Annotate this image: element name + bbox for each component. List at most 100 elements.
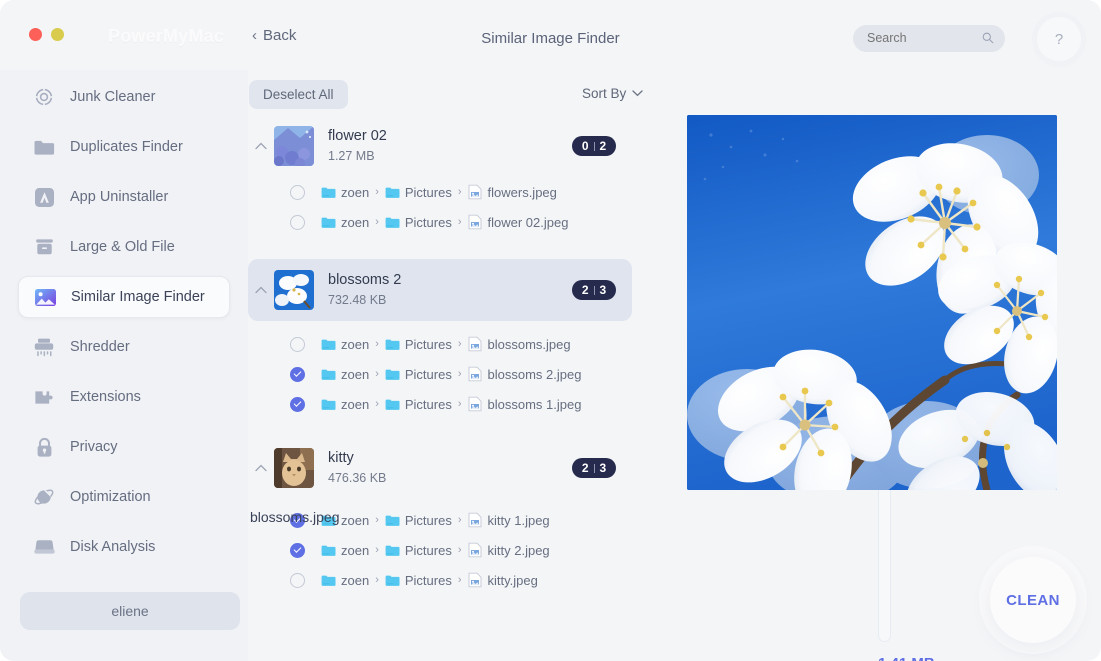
path-segment: Pictures xyxy=(404,572,452,588)
group-count-badge: 2 3 xyxy=(572,280,616,300)
path-separator: › xyxy=(375,186,379,198)
file-row[interactable]: zoen › Pictures › blossoms.jpeg xyxy=(248,329,638,359)
group-thumbnail xyxy=(274,270,314,310)
help-button[interactable]: ? xyxy=(1037,17,1081,61)
sort-by-dropdown[interactable]: Sort By xyxy=(582,86,643,101)
file-checkbox[interactable] xyxy=(290,184,305,200)
group-total-count: 3 xyxy=(599,283,607,297)
sidebar-item-shredder[interactable]: Shredder xyxy=(18,326,230,368)
file-row[interactable]: zoen › Pictures › kitty 2.jpeg xyxy=(248,535,638,565)
path-segment: Pictures xyxy=(404,396,452,412)
sidebar-item-app-uninstaller[interactable]: App Uninstaller xyxy=(18,176,230,218)
group-meta: kitty 476.36 KB xyxy=(328,449,572,487)
sidebar-item-duplicates-finder[interactable]: Duplicates Finder xyxy=(18,126,230,168)
group-header[interactable]: kitty 476.36 KB 2 3 xyxy=(248,437,632,499)
file-row[interactable]: zoen › Pictures › blossoms 1.jpeg xyxy=(248,389,638,419)
sort-by-label: Sort By xyxy=(582,86,627,101)
image-file-icon xyxy=(468,214,482,230)
file-row[interactable]: zoen › Pictures › kitty.jpeg xyxy=(248,565,638,595)
path-separator: › xyxy=(457,514,462,526)
path-segment: Pictures xyxy=(404,336,452,352)
folder-icon xyxy=(321,186,336,199)
search-icon xyxy=(982,32,994,44)
file-path: zoen › Pictures › kitty 1.jpeg xyxy=(321,512,550,528)
main-content: Deselect All Sort By flower 02 1.27 MB 0… xyxy=(248,70,1101,661)
folder-icon xyxy=(385,544,400,557)
group-flower-02: flower 02 1.27 MB 0 2 zoen › Pictures › … xyxy=(248,115,638,237)
chevron-down-icon xyxy=(632,90,643,97)
sidebar-item-label: Extensions xyxy=(70,389,141,405)
group-selected-count: 2 xyxy=(581,461,589,475)
file-checkbox[interactable] xyxy=(290,542,305,558)
total-size-label: 1.41 MB xyxy=(878,655,935,661)
sidebar-item-label: Duplicates Finder xyxy=(70,139,183,155)
file-row[interactable]: zoen › Pictures › blossoms 2.jpeg xyxy=(248,359,638,389)
file-checkbox[interactable] xyxy=(290,366,305,382)
group-title: kitty xyxy=(328,450,354,466)
sidebar-item-junk-cleaner[interactable]: Junk Cleaner xyxy=(18,76,230,118)
deselect-all-button[interactable]: Deselect All xyxy=(249,80,348,109)
image-icon xyxy=(33,285,57,309)
sidebar-item-similar-image-finder[interactable]: Similar Image Finder xyxy=(18,276,230,318)
lock-icon xyxy=(32,435,56,459)
file-name: kitty 2.jpeg xyxy=(487,542,550,558)
user-chip[interactable]: eliene xyxy=(20,592,240,630)
file-name: kitty.jpeg xyxy=(487,572,538,588)
search-box[interactable] xyxy=(853,25,1005,52)
search-input[interactable] xyxy=(867,25,972,52)
title-bar: PowerMyMac ‹ Back Similar Image Finder ? xyxy=(0,0,1101,70)
file-checkbox[interactable] xyxy=(290,572,305,588)
path-segment: Pictures xyxy=(404,512,452,528)
group-thumbnail xyxy=(274,126,314,166)
sidebar-item-large-old-file[interactable]: Large & Old File xyxy=(18,226,230,268)
path-segment: Pictures xyxy=(404,542,452,558)
file-checkbox[interactable] xyxy=(290,336,305,352)
duplicate-groups-list[interactable]: flower 02 1.27 MB 0 2 zoen › Pictures › … xyxy=(248,115,638,645)
folder-icon xyxy=(385,216,400,229)
image-file-icon xyxy=(468,542,482,558)
file-row[interactable]: zoen › Pictures › flowers.jpeg xyxy=(248,177,638,207)
path-segment: zoen xyxy=(341,396,370,412)
group-header[interactable]: blossoms 2 732.48 KB 2 3 xyxy=(248,259,632,321)
group-header[interactable]: flower 02 1.27 MB 0 2 xyxy=(248,115,632,177)
clean-button[interactable]: CLEAN xyxy=(990,557,1076,643)
sidebar-item-label: Large & Old File xyxy=(70,239,175,255)
folder-icon xyxy=(32,135,56,159)
image-file-icon xyxy=(468,396,482,412)
sidebar-item-optimization[interactable]: Optimization xyxy=(18,476,230,518)
sidebar-item-label: Similar Image Finder xyxy=(71,289,205,305)
chevron-up-icon[interactable] xyxy=(248,286,274,294)
file-path: zoen › Pictures › blossoms 1.jpeg xyxy=(321,396,581,412)
sidebar-item-extensions[interactable]: Extensions xyxy=(18,376,230,418)
file-path: zoen › Pictures › flower 02.jpeg xyxy=(321,214,568,230)
path-separator: › xyxy=(375,544,379,556)
file-checkbox[interactable] xyxy=(290,396,305,412)
path-separator: › xyxy=(457,398,462,410)
chevron-up-icon[interactable] xyxy=(248,142,274,150)
path-segment: Pictures xyxy=(404,184,452,200)
file-path: zoen › Pictures › blossoms.jpeg xyxy=(321,336,571,352)
sidebar-item-privacy[interactable]: Privacy xyxy=(18,426,230,468)
folder-icon xyxy=(385,398,400,411)
clean-button-label: CLEAN xyxy=(1006,591,1060,609)
path-separator: › xyxy=(457,338,462,350)
group-meta: flower 02 1.27 MB xyxy=(328,127,572,165)
file-path: zoen › Pictures › kitty.jpeg xyxy=(321,572,538,588)
path-segment: Pictures xyxy=(404,366,452,382)
path-separator: › xyxy=(375,338,379,350)
optimization-icon xyxy=(32,485,56,509)
chevron-up-icon[interactable] xyxy=(248,464,274,472)
sidebar-item-disk-analysis[interactable]: Disk Analysis xyxy=(18,526,230,568)
sidebar-item-label: App Uninstaller xyxy=(70,189,169,205)
disk-icon xyxy=(32,535,56,559)
file-row[interactable]: zoen › Pictures › flower 02.jpeg xyxy=(248,207,638,237)
file-checkbox[interactable] xyxy=(290,214,305,230)
folder-icon xyxy=(321,216,336,229)
path-separator: › xyxy=(375,216,379,228)
file-name: flower 02.jpeg xyxy=(487,214,569,230)
sidebar-item-label: Privacy xyxy=(70,439,118,455)
sidebar: Junk Cleaner Duplicates Finder App Unins… xyxy=(0,70,248,661)
group-blossoms-2: blossoms 2 732.48 KB 2 3 zoen › Pictures… xyxy=(248,259,638,419)
path-segment: zoen xyxy=(341,184,370,200)
folder-icon xyxy=(385,186,400,199)
